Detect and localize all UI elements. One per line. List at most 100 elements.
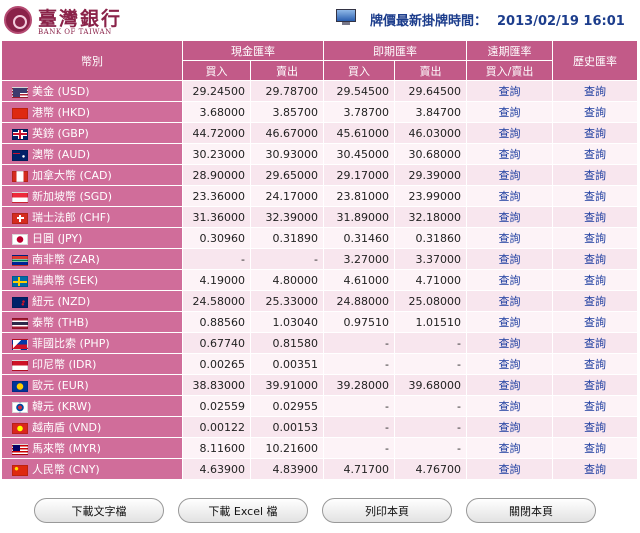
close-page-button[interactable]: 關閉本頁 [466,498,596,523]
history-query-link[interactable]: 查詢 [552,311,638,333]
spot-buy-cell: 0.97510 [323,311,395,333]
cash-sell-cell: 1.03040 [250,311,324,333]
currency-cell: 瑞士法郎 (CHF) [1,206,183,228]
rate-row: 越南盾 (VND) 0.00122 0.00153- - 查詢 查詢 [1,416,638,438]
currency-label: 歐元 (EUR) [32,379,89,392]
forward-query-link[interactable]: 查詢 [466,374,553,396]
history-query-link[interactable]: 查詢 [552,185,638,207]
spot-buy-cell: 23.81000 [323,185,395,207]
cash-sell-cell: 3.85700 [250,101,324,123]
history-query-link[interactable]: 查詢 [552,395,638,417]
currency-cell: 港幣 (HKD) [1,101,183,123]
forward-query-link[interactable]: 查詢 [466,101,553,123]
cash-sell-cell: 4.80000 [250,269,324,291]
rate-row: 英鎊 (GBP) 44.72000 46.67000 45.61000 46.03000… [1,122,638,144]
currency-cell: 菲國比索 (PHP) [1,332,183,354]
currency-label: 人民幣 (CNY) [32,463,100,476]
header-cash-buy: 買入 [182,60,251,81]
download-excel-button[interactable]: 下載 Excel 檔 [178,498,308,523]
currency-label: 澳幣 (AUD) [32,148,91,161]
cash-sell-cell: 0.02955 [250,395,324,417]
forward-query-link[interactable]: 查詢 [466,458,553,480]
rate-row: 韓元 (KRW) 0.02559 0.02955- - 查詢 查詢 [1,395,638,417]
currency-cell: 加拿大幣 (CAD) [1,164,183,186]
bank-name-en: BANK OF TAIWAN [38,28,112,36]
spot-sell-cell: 39.68000 [394,374,467,396]
history-query-link[interactable]: 查詢 [552,332,638,354]
forward-query-link[interactable]: 查詢 [466,80,553,102]
forward-query-link[interactable]: 查詢 [466,290,553,312]
history-query-link[interactable]: 查詢 [552,353,638,375]
history-query-link[interactable]: 查詢 [552,206,638,228]
forward-query-link[interactable]: 查詢 [466,227,553,249]
history-query-link[interactable]: 查詢 [552,227,638,249]
rate-row: 日圓 (JPY) 0.30960 0.31890 0.31460 0.31860 查詢 查詢 [1,227,638,249]
forward-query-link[interactable]: 查詢 [466,437,553,459]
spot-sell-cell: 3.37000 [394,248,467,270]
spot-buy-cell: - [323,437,395,459]
spot-sell-cell: 46.03000 [394,122,467,144]
forward-query-link[interactable]: 查詢 [466,416,553,438]
cash-buy-cell: 4.63900 [182,458,251,480]
forward-query-link[interactable]: 查詢 [466,164,553,186]
history-query-link[interactable]: 查詢 [552,374,638,396]
download-text-button[interactable]: 下載文字檔 [34,498,164,523]
spot-buy-cell: 29.54500 [323,80,395,102]
forward-query-link[interactable]: 查詢 [466,269,553,291]
forward-query-link[interactable]: 查詢 [466,311,553,333]
forward-query-link[interactable]: 查詢 [466,248,553,270]
history-query-link[interactable]: 查詢 [552,143,638,165]
spot-buy-cell: - [323,332,395,354]
rate-row: 瑞典幣 (SEK) 4.19000 4.80000 4.61000 4.71000 查詢查… [1,269,638,291]
spot-buy-cell: 4.61000 [323,269,395,291]
history-query-link[interactable]: 查詢 [552,437,638,459]
currency-cell: 瑞典幣 (SEK) [1,269,183,291]
spot-sell-cell: - [394,395,467,417]
forward-query-link[interactable]: 查詢 [466,206,553,228]
history-query-link[interactable]: 查詢 [552,290,638,312]
spot-sell-cell: 29.39000 [394,164,467,186]
spot-sell-cell: - [394,353,467,375]
spot-sell-cell: 32.18000 [394,206,467,228]
forward-query-link[interactable]: 查詢 [466,353,553,375]
cash-buy-cell: 0.67740 [182,332,251,354]
spot-sell-cell: 0.31860 [394,227,467,249]
history-query-link[interactable]: 查詢 [552,248,638,270]
currency-label: 菲國比索 (PHP) [32,337,110,350]
currency-label: 越南盾 (VND) [32,421,102,434]
cash-buy-cell: 23.36000 [182,185,251,207]
currency-cell: 印尼幣 (IDR) [1,353,183,375]
history-query-link[interactable]: 查詢 [552,269,638,291]
history-query-link[interactable]: 查詢 [552,80,638,102]
forward-query-link[interactable]: 查詢 [466,185,553,207]
spot-sell-cell: - [394,437,467,459]
print-page-button[interactable]: 列印本頁 [322,498,452,523]
header: 臺灣銀行 BANK OF TAIWAN 牌價最新掛牌時間： 2013/02/19 … [0,0,640,40]
cash-buy-cell: 4.19000 [182,269,251,291]
spot-buy-cell: - [323,395,395,417]
forward-query-link[interactable]: 查詢 [466,122,553,144]
cash-buy-cell: 0.02559 [182,395,251,417]
currency-cell: 英鎊 (GBP) [1,122,183,144]
rate-row: 菲國比索 (PHP) 0.67740 0.81580- - 查詢 查詢 [1,332,638,354]
currency-label: 英鎊 (GBP) [32,127,89,140]
currency-cell: 紐元 (NZD) [1,290,183,312]
eu-flag-icon [12,380,28,392]
nz-flag-icon [12,296,28,308]
spot-sell-cell: 4.76700 [394,458,467,480]
history-query-link[interactable]: 查詢 [552,122,638,144]
cash-sell-cell: 10.21600 [250,437,324,459]
spot-sell-cell: 4.71000 [394,269,467,291]
forward-query-link[interactable]: 查詢 [466,143,553,165]
cash-buy-cell: 0.00265 [182,353,251,375]
spot-sell-cell: 25.08000 [394,290,467,312]
forward-query-link[interactable]: 查詢 [466,332,553,354]
forward-query-link[interactable]: 查詢 [466,395,553,417]
currency-label: 泰幣 (THB) [32,316,89,329]
history-query-link[interactable]: 查詢 [552,458,638,480]
history-query-link[interactable]: 查詢 [552,164,638,186]
history-query-link[interactable]: 查詢 [552,416,638,438]
history-query-link[interactable]: 查詢 [552,101,638,123]
spot-buy-cell: 24.88000 [323,290,395,312]
spot-sell-cell: 30.68000 [394,143,467,165]
